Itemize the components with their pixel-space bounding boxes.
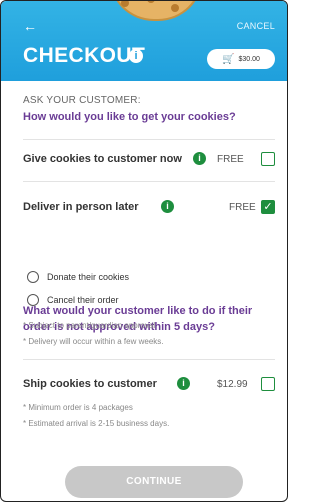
checkout-header: ← CANCEL CHECKOUT i 🛒 $30.00 [1,1,287,81]
ship-checkbox[interactable] [261,377,275,391]
continue-button[interactable]: CONTINUE [65,466,243,498]
ship-price: $12.99 [217,379,248,390]
give-now-price: FREE [217,154,244,165]
radio-donate-label: Donate their cookies [47,272,130,282]
cart-amount: $30.00 [238,55,260,63]
delivery-question: How would you like to get your cookies? [23,111,236,123]
deliver-note-approval: * Subject to parent/guardian approval [23,321,156,330]
deliver-note-timing: * Delivery will occur within a few weeks… [23,337,164,346]
radio-cancel-order-button[interactable] [27,294,39,306]
checkout-content: ASK YOUR CUSTOMER: How would you like to… [1,81,287,501]
ask-customer-label: ASK YOUR CUSTOMER: [23,95,141,106]
ship-note-arrival: * Estimated arrival is 2-15 business day… [23,419,170,428]
cookie-illustration [109,1,203,21]
option-give-now-label: Give cookies to customer now [23,153,182,165]
checkout-screen: ← CANCEL CHECKOUT i 🛒 $30.00 ASK YOUR CU… [0,0,288,502]
ship-note-minimum: * Minimum order is 4 packages [23,403,133,412]
cancel-button[interactable]: CANCEL [237,21,275,31]
radio-donate-button[interactable] [27,271,39,283]
deliver-later-checkbox[interactable]: ✓ [261,200,275,214]
divider [23,359,275,360]
option-deliver-later-label: Deliver in person later [23,201,139,213]
radio-cancel-order[interactable]: Cancel their order [27,294,119,306]
radio-donate[interactable]: Donate their cookies [27,271,129,283]
arrow-left-icon[interactable]: ← [23,19,37,33]
not-approved-question: What would your customer like to do if t… [23,305,253,333]
cart-total-button[interactable]: 🛒 $30.00 [207,49,275,69]
ship-info-icon[interactable]: i [177,377,190,390]
radio-cancel-order-label: Cancel their order [47,295,119,305]
deliver-later-info-icon[interactable]: i [161,200,174,213]
divider [23,181,275,182]
deliver-later-price: FREE [229,202,256,213]
option-ship-label: Ship cookies to customer [23,378,157,390]
give-now-info-icon[interactable]: i [193,152,206,165]
page-title: CHECKOUT [23,44,146,67]
divider [23,139,275,140]
give-now-checkbox[interactable] [261,152,275,166]
cart-icon: 🛒 [222,53,235,65]
info-icon[interactable]: i [129,49,143,63]
